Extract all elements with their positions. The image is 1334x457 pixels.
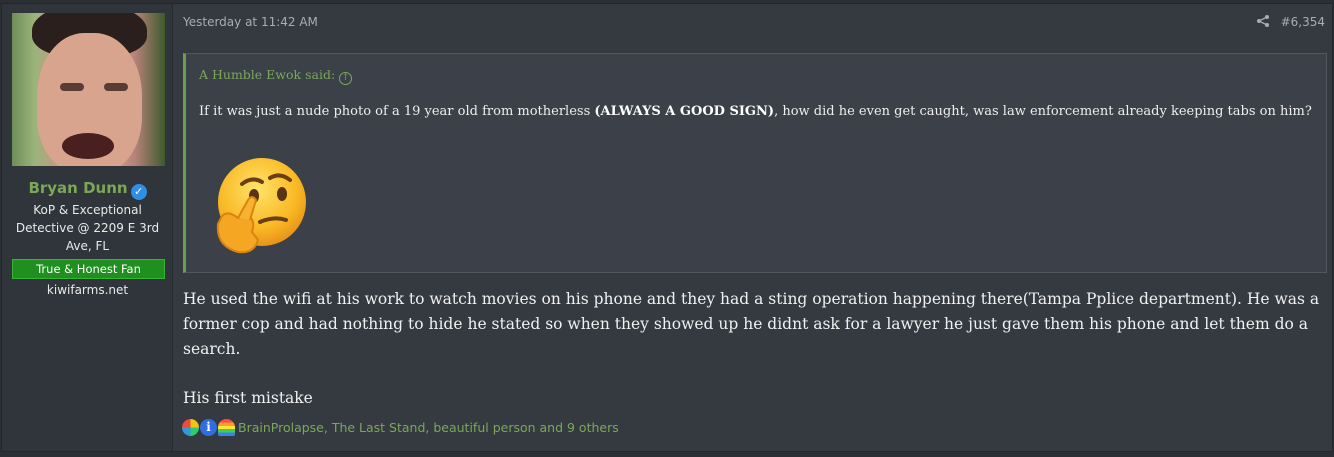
user-sidebar: Bryan Dunn ✓ KoP & Exceptional Detective … [2, 4, 173, 451]
informative-icon[interactable]: i [200, 418, 217, 436]
message-paragraph: He used the wifi at his work to watch mo… [183, 290, 1320, 358]
arrow-up-circle-icon[interactable]: ↑ [339, 72, 353, 85]
quote-text-end: , how did he even get caught, was law en… [774, 104, 1312, 119]
username-text[interactable]: Bryan Dunn [28, 179, 127, 197]
user-title: KoP & Exceptional Detective @ 2209 E 3rd… [15, 203, 160, 253]
post-timestamp[interactable]: Yesterday at 11:42 AM [183, 15, 318, 29]
quote-text-bold: (ALWAYS A GOOD SIGN) [594, 104, 775, 119]
quote-header[interactable]: A Humble Ewok said: ↑ [199, 67, 353, 85]
autism-puzzle-icon[interactable] [182, 418, 199, 436]
reactions-bar[interactable]: i BrainProlapse, The Last Stand, beautif… [182, 417, 619, 437]
user-banner: True & Honest Fan [12, 259, 165, 279]
verified-icon: ✓ [130, 184, 147, 200]
quote-block: A Humble Ewok said: ↑ If it was just a nu… [183, 53, 1327, 273]
avatar-eye [60, 83, 84, 91]
username[interactable]: Bryan Dunn ✓ [2, 179, 173, 200]
post-message: He used the wifi at his work to watch mo… [183, 287, 1323, 435]
share-icon[interactable] [1256, 14, 1270, 28]
thinking-face-emoji [216, 158, 306, 254]
quote-author[interactable]: A Humble Ewok said: [199, 67, 335, 82]
avatar[interactable] [12, 13, 165, 166]
avatar-eye [104, 83, 128, 91]
reactions-list[interactable]: BrainProlapse, The Last Stand, beautiful… [238, 420, 619, 435]
post-container: Bryan Dunn ✓ KoP & Exceptional Detective … [1, 3, 1333, 452]
post-number[interactable]: #6,354 [1281, 15, 1325, 29]
quote-text-start: If it was just a nude photo of a 19 year… [199, 104, 595, 119]
rainbow-icon[interactable] [218, 418, 235, 436]
avatar-mouth [62, 133, 114, 159]
message-paragraph: His first mistake [183, 389, 313, 407]
user-site: kiwifarms.net [46, 283, 129, 297]
post-main: Yesterday at 11:42 AM #6,354 A Humble Ew… [174, 4, 1332, 451]
quote-text: If it was just a nude photo of a 19 year… [199, 101, 1314, 123]
